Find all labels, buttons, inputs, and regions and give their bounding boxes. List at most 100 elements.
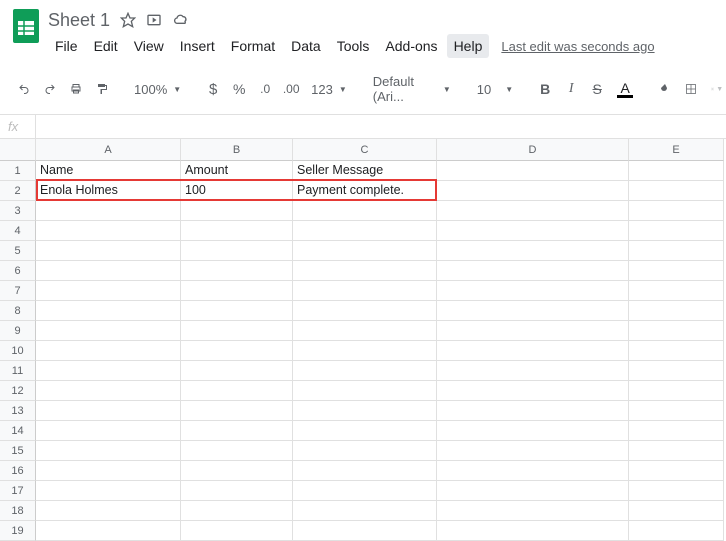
cell-C11[interactable] xyxy=(293,361,437,381)
row-header-12[interactable]: 12 xyxy=(0,381,36,401)
menu-view[interactable]: View xyxy=(127,34,171,58)
row-header-8[interactable]: 8 xyxy=(0,301,36,321)
font-dropdown[interactable]: Default (Ari...▼ xyxy=(367,70,457,108)
cell-E3[interactable] xyxy=(629,201,724,221)
cell-A7[interactable] xyxy=(36,281,181,301)
cell-B7[interactable] xyxy=(181,281,293,301)
cell-A6[interactable] xyxy=(36,261,181,281)
cell-A3[interactable] xyxy=(36,201,181,221)
cell-D5[interactable] xyxy=(437,241,629,261)
row-header-17[interactable]: 17 xyxy=(0,481,36,501)
cell-B6[interactable] xyxy=(181,261,293,281)
menu-file[interactable]: File xyxy=(48,34,85,58)
cell-D4[interactable] xyxy=(437,221,629,241)
cell-C5[interactable] xyxy=(293,241,437,261)
cell-B19[interactable] xyxy=(181,521,293,541)
fill-color-button[interactable] xyxy=(653,76,677,102)
row-header-4[interactable]: 4 xyxy=(0,221,36,241)
row-header-9[interactable]: 9 xyxy=(0,321,36,341)
cell-C13[interactable] xyxy=(293,401,437,421)
menu-format[interactable]: Format xyxy=(224,34,282,58)
increase-decimal-button[interactable]: .00 xyxy=(279,76,303,102)
row-header-16[interactable]: 16 xyxy=(0,461,36,481)
cell-B16[interactable] xyxy=(181,461,293,481)
cell-C10[interactable] xyxy=(293,341,437,361)
formula-bar-input[interactable] xyxy=(36,115,726,138)
cell-C9[interactable] xyxy=(293,321,437,341)
borders-button[interactable] xyxy=(679,76,703,102)
cell-D6[interactable] xyxy=(437,261,629,281)
cell-A5[interactable] xyxy=(36,241,181,261)
cell-E14[interactable] xyxy=(629,421,724,441)
cell-B12[interactable] xyxy=(181,381,293,401)
cell-D18[interactable] xyxy=(437,501,629,521)
cell-E10[interactable] xyxy=(629,341,724,361)
cell-C2[interactable]: Payment complete. xyxy=(293,181,437,201)
cell-B9[interactable] xyxy=(181,321,293,341)
cell-D9[interactable] xyxy=(437,321,629,341)
cell-B18[interactable] xyxy=(181,501,293,521)
cloud-icon[interactable] xyxy=(172,12,190,28)
cell-D3[interactable] xyxy=(437,201,629,221)
cell-E17[interactable] xyxy=(629,481,724,501)
cell-C8[interactable] xyxy=(293,301,437,321)
cell-A13[interactable] xyxy=(36,401,181,421)
cell-A11[interactable] xyxy=(36,361,181,381)
cell-E9[interactable] xyxy=(629,321,724,341)
cell-B17[interactable] xyxy=(181,481,293,501)
cell-D2[interactable] xyxy=(437,181,629,201)
cell-B8[interactable] xyxy=(181,301,293,321)
cell-E6[interactable] xyxy=(629,261,724,281)
cell-E19[interactable] xyxy=(629,521,724,541)
font-size-dropdown[interactable]: 10▼ xyxy=(471,78,519,101)
move-icon[interactable] xyxy=(146,12,162,28)
cell-D16[interactable] xyxy=(437,461,629,481)
cell-A16[interactable] xyxy=(36,461,181,481)
text-color-button[interactable]: A xyxy=(611,79,639,100)
cell-A12[interactable] xyxy=(36,381,181,401)
row-header-18[interactable]: 18 xyxy=(0,501,36,521)
row-header-3[interactable]: 3 xyxy=(0,201,36,221)
cell-C19[interactable] xyxy=(293,521,437,541)
cell-D8[interactable] xyxy=(437,301,629,321)
menu-data[interactable]: Data xyxy=(284,34,328,58)
row-header-6[interactable]: 6 xyxy=(0,261,36,281)
currency-button[interactable]: $ xyxy=(201,76,225,102)
cell-A1[interactable]: Name xyxy=(36,161,181,181)
menu-insert[interactable]: Insert xyxy=(173,34,222,58)
cell-E5[interactable] xyxy=(629,241,724,261)
cell-A9[interactable] xyxy=(36,321,181,341)
cell-D1[interactable] xyxy=(437,161,629,181)
cell-D11[interactable] xyxy=(437,361,629,381)
cell-A14[interactable] xyxy=(36,421,181,441)
cell-C15[interactable] xyxy=(293,441,437,461)
bold-button[interactable]: B xyxy=(533,76,557,102)
row-header-19[interactable]: 19 xyxy=(0,521,36,541)
select-all-corner[interactable] xyxy=(0,139,36,161)
cell-B11[interactable] xyxy=(181,361,293,381)
cell-D15[interactable] xyxy=(437,441,629,461)
menu-addons[interactable]: Add-ons xyxy=(378,34,444,58)
cell-C6[interactable] xyxy=(293,261,437,281)
cell-E2[interactable] xyxy=(629,181,724,201)
cell-B3[interactable] xyxy=(181,201,293,221)
row-header-2[interactable]: 2 xyxy=(0,181,36,201)
cell-D13[interactable] xyxy=(437,401,629,421)
more-formats-dropdown[interactable]: 123▼ xyxy=(305,78,353,101)
cell-A8[interactable] xyxy=(36,301,181,321)
row-header-13[interactable]: 13 xyxy=(0,401,36,421)
merge-cells-button[interactable]: ▼ xyxy=(705,76,726,102)
cell-E11[interactable] xyxy=(629,361,724,381)
cell-E7[interactable] xyxy=(629,281,724,301)
paint-format-button[interactable] xyxy=(90,76,114,102)
row-header-1[interactable]: 1 xyxy=(0,161,36,181)
cell-C16[interactable] xyxy=(293,461,437,481)
col-header-D[interactable]: D xyxy=(437,139,629,161)
cell-B15[interactable] xyxy=(181,441,293,461)
col-header-E[interactable]: E xyxy=(629,139,724,161)
cell-C1[interactable]: Seller Message xyxy=(293,161,437,181)
decrease-decimal-button[interactable]: .0 xyxy=(253,76,277,102)
cell-B10[interactable] xyxy=(181,341,293,361)
row-header-14[interactable]: 14 xyxy=(0,421,36,441)
cell-D10[interactable] xyxy=(437,341,629,361)
